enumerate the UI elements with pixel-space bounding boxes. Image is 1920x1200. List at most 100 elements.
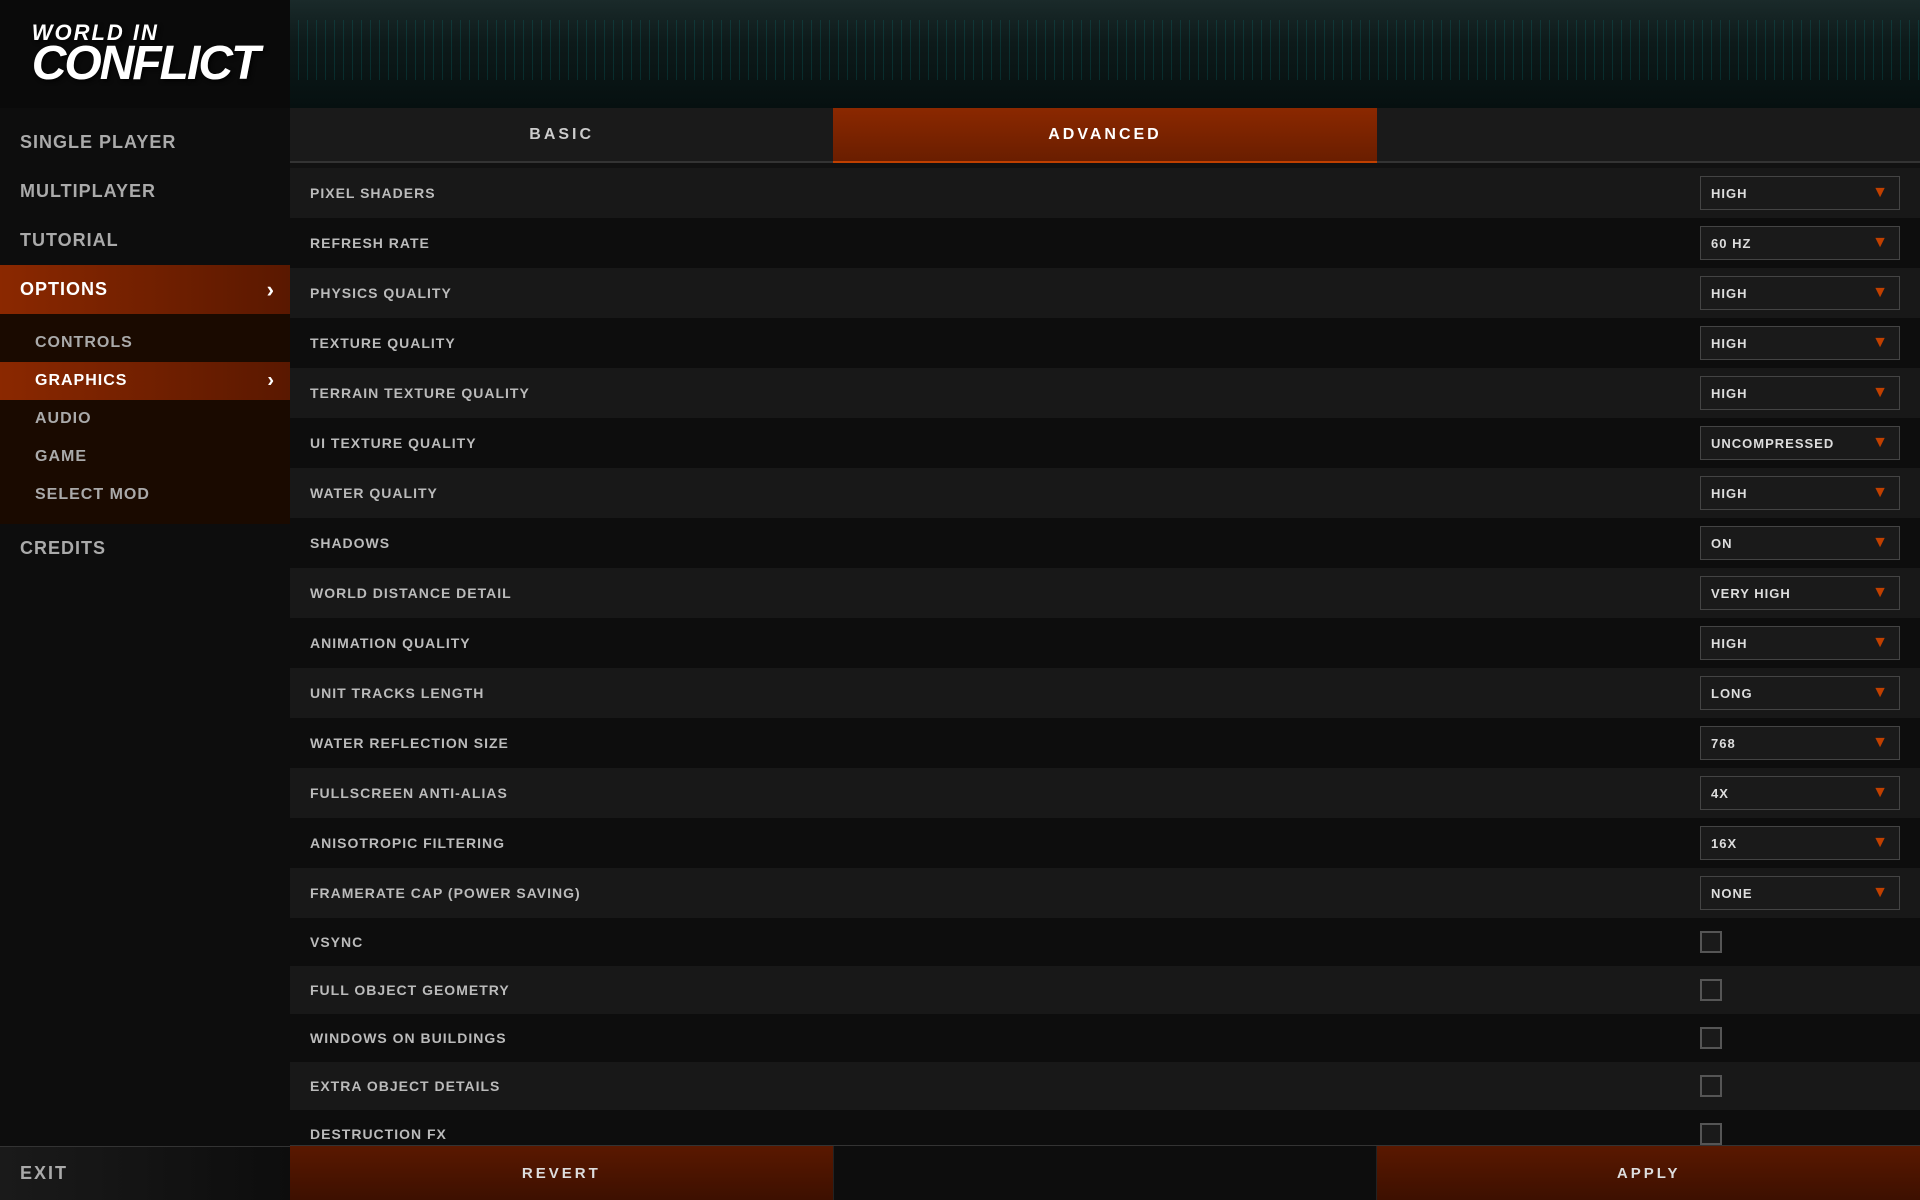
setting-row-destruction-fx: DESTRUCTION FX [290,1110,1920,1145]
dropdown-arrow-physics-quality: ▼ [1872,284,1889,302]
dropdown-arrow-unit-tracks-length: ▼ [1872,684,1889,702]
settings-scroll[interactable]: PIXEL SHADERS HIGH ▼ REFRESH RATE 60 HZ … [290,163,1920,1145]
setting-label-pixel-shaders: PIXEL SHADERS [310,185,1700,201]
bottom-buttons: REVERT APPLY [290,1145,1920,1200]
setting-control-animation-quality: HIGH ▼ [1700,626,1900,660]
dropdown-water-reflection-size[interactable]: 768 ▼ [1700,726,1900,760]
dropdown-arrow-terrain-texture-quality: ▼ [1872,384,1889,402]
dropdown-pixel-shaders[interactable]: HIGH ▼ [1700,176,1900,210]
setting-row-water-quality: WATER QUALITY HIGH ▼ [290,468,1920,518]
setting-label-extra-object-details: EXTRA OBJECT DETAILS [310,1078,1700,1094]
setting-row-physics-quality: PHYSICS QUALITY HIGH ▼ [290,268,1920,318]
setting-control-full-object-geometry [1700,979,1900,1001]
dropdown-refresh-rate[interactable]: 60 HZ ▼ [1700,226,1900,260]
dropdown-water-quality[interactable]: HIGH ▼ [1700,476,1900,510]
checkbox-vsync[interactable] [1700,931,1722,953]
dropdown-arrow-shadows: ▼ [1872,534,1889,552]
sidebar-item-tutorial[interactable]: TUTORIAL [0,216,290,265]
setting-row-ui-texture-quality: UI TEXTURE QUALITY UNCOMPRESSED ▼ [290,418,1920,468]
dropdown-terrain-texture-quality[interactable]: HIGH ▼ [1700,376,1900,410]
setting-control-framerate-cap: NONE ▼ [1700,876,1900,910]
header-banner [290,0,1920,108]
tab-advanced[interactable]: ADVANCED [833,108,1376,163]
setting-label-destruction-fx: DESTRUCTION FX [310,1126,1700,1142]
button-spacer [834,1146,1378,1200]
dropdown-arrow-water-reflection-size: ▼ [1872,734,1889,752]
setting-label-vsync: VSYNC [310,934,1700,950]
setting-label-anisotropic-filtering: ANISOTROPIC FILTERING [310,835,1700,851]
checkbox-full-object-geometry[interactable] [1700,979,1722,1001]
setting-label-physics-quality: PHYSICS QUALITY [310,285,1700,301]
sidebar-item-game[interactable]: GAME [0,438,290,476]
setting-label-fullscreen-anti-alias: FULLSCREEN ANTI-ALIAS [310,785,1700,801]
setting-label-ui-texture-quality: UI TEXTURE QUALITY [310,435,1700,451]
logo-area: WORLD IN CONFLICT [0,0,290,108]
setting-label-water-quality: WATER QUALITY [310,485,1700,501]
setting-label-texture-quality: TEXTURE QUALITY [310,335,1700,351]
setting-row-texture-quality: TEXTURE QUALITY HIGH ▼ [290,318,1920,368]
sidebar-item-options[interactable]: OPTIONS [0,265,290,314]
setting-row-extra-object-details: EXTRA OBJECT DETAILS [290,1062,1920,1110]
setting-row-unit-tracks-length: UNIT TRACKS LENGTH LONG ▼ [290,668,1920,718]
setting-label-shadows: SHADOWS [310,535,1700,551]
apply-button[interactable]: APPLY [1377,1146,1920,1200]
setting-label-water-reflection-size: WATER REFLECTION SIZE [310,735,1700,751]
setting-control-unit-tracks-length: LONG ▼ [1700,676,1900,710]
setting-control-fullscreen-anti-alias: 4X ▼ [1700,776,1900,810]
dropdown-texture-quality[interactable]: HIGH ▼ [1700,326,1900,360]
dropdown-framerate-cap[interactable]: NONE ▼ [1700,876,1900,910]
dropdown-arrow-world-distance-detail: ▼ [1872,584,1889,602]
dropdown-unit-tracks-length[interactable]: LONG ▼ [1700,676,1900,710]
setting-label-refresh-rate: REFRESH RATE [310,235,1700,251]
setting-label-unit-tracks-length: UNIT TRACKS LENGTH [310,685,1700,701]
setting-label-animation-quality: ANIMATION QUALITY [310,635,1700,651]
setting-control-vsync [1700,931,1900,953]
revert-button[interactable]: REVERT [290,1146,834,1200]
dropdown-arrow-texture-quality: ▼ [1872,334,1889,352]
sidebar-item-credits[interactable]: CREDITS [0,524,290,573]
setting-control-shadows: ON ▼ [1700,526,1900,560]
dropdown-world-distance-detail[interactable]: VERY HIGH ▼ [1700,576,1900,610]
setting-row-world-distance-detail: WORLD DISTANCE DETAIL VERY HIGH ▼ [290,568,1920,618]
setting-label-world-distance-detail: WORLD DISTANCE DETAIL [310,585,1700,601]
dropdown-shadows[interactable]: ON ▼ [1700,526,1900,560]
setting-control-extra-object-details [1700,1075,1900,1097]
sidebar: SINGLE PLAYER MULTIPLAYER TUTORIAL OPTIO… [0,108,290,1200]
checkbox-extra-object-details[interactable] [1700,1075,1722,1097]
tab-basic[interactable]: BASIC [290,108,833,163]
setting-row-windows-on-buildings: WINDOWS ON BUILDINGS [290,1014,1920,1062]
sidebar-item-graphics[interactable]: GRAPHICS [0,362,290,400]
exit-button[interactable]: EXIT [0,1147,290,1200]
sidebar-item-select-mod[interactable]: SELECT MOD [0,476,290,514]
setting-control-refresh-rate: 60 HZ ▼ [1700,226,1900,260]
dropdown-physics-quality[interactable]: HIGH ▼ [1700,276,1900,310]
dropdown-fullscreen-anti-alias[interactable]: 4X ▼ [1700,776,1900,810]
setting-control-windows-on-buildings [1700,1027,1900,1049]
checkbox-destruction-fx[interactable] [1700,1123,1722,1145]
setting-control-terrain-texture-quality: HIGH ▼ [1700,376,1900,410]
sidebar-item-single-player[interactable]: SINGLE PLAYER [0,118,290,167]
setting-control-water-quality: HIGH ▼ [1700,476,1900,510]
dropdown-arrow-framerate-cap: ▼ [1872,884,1889,902]
setting-row-fullscreen-anti-alias: FULLSCREEN ANTI-ALIAS 4X ▼ [290,768,1920,818]
setting-row-anisotropic-filtering: ANISOTROPIC FILTERING 16X ▼ [290,818,1920,868]
sidebar-sub-menu: CONTROLS GRAPHICS AUDIO GAME SELECT MOD [0,314,290,524]
checkbox-windows-on-buildings[interactable] [1700,1027,1722,1049]
sidebar-item-audio[interactable]: AUDIO [0,400,290,438]
dropdown-animation-quality[interactable]: HIGH ▼ [1700,626,1900,660]
setting-label-windows-on-buildings: WINDOWS ON BUILDINGS [310,1030,1700,1046]
sidebar-item-multiplayer[interactable]: MULTIPLAYER [0,167,290,216]
setting-control-ui-texture-quality: UNCOMPRESSED ▼ [1700,426,1900,460]
dropdown-anisotropic-filtering[interactable]: 16X ▼ [1700,826,1900,860]
dropdown-arrow-water-quality: ▼ [1872,484,1889,502]
sidebar-item-controls[interactable]: CONTROLS [0,324,290,362]
setting-row-framerate-cap: FRAMERATE CAP (POWER SAVING) NONE ▼ [290,868,1920,918]
setting-control-world-distance-detail: VERY HIGH ▼ [1700,576,1900,610]
setting-control-physics-quality: HIGH ▼ [1700,276,1900,310]
dropdown-arrow-animation-quality: ▼ [1872,634,1889,652]
setting-label-framerate-cap: FRAMERATE CAP (POWER SAVING) [310,885,1700,901]
sidebar-bottom: EXIT [0,1146,290,1200]
tab-spacer [1377,108,1920,163]
setting-row-terrain-texture-quality: TERRAIN TEXTURE QUALITY HIGH ▼ [290,368,1920,418]
dropdown-ui-texture-quality[interactable]: UNCOMPRESSED ▼ [1700,426,1900,460]
